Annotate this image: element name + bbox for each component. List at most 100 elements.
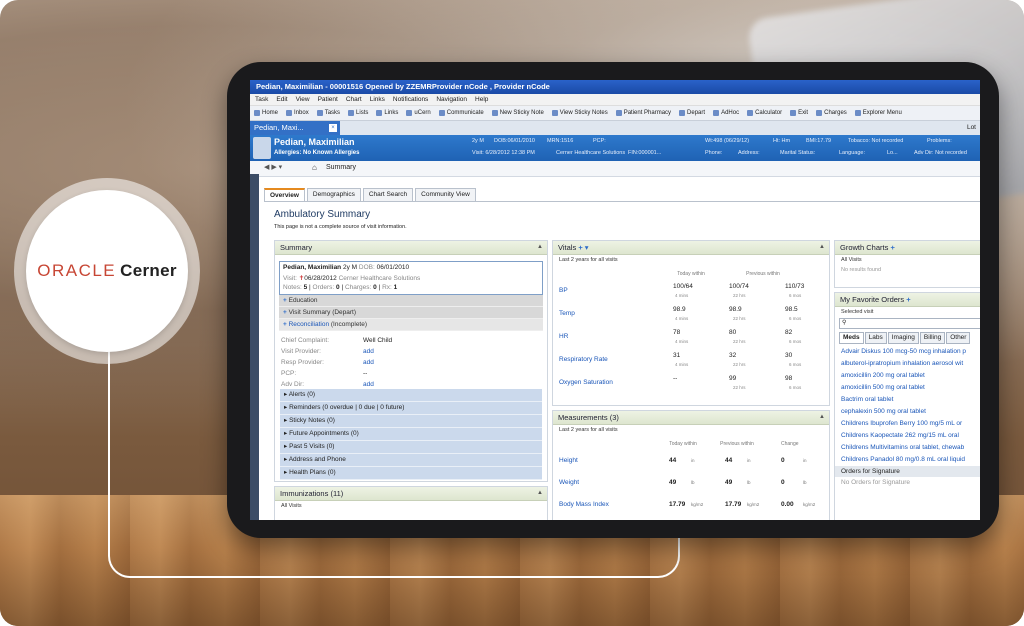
toolbar-item[interactable]: Exit [790, 106, 808, 120]
add-icon[interactable]: + [906, 295, 910, 304]
toolbar-icon [438, 110, 445, 116]
home-icon[interactable]: ⌂ [312, 163, 317, 172]
vital-value: 99 [729, 375, 737, 382]
chevron-down-icon[interactable]: ▾ [585, 243, 589, 252]
summary-section-row[interactable]: ▸ Future Appointments (0) [280, 428, 542, 441]
order-item[interactable]: Bactrim oral tablet [835, 394, 980, 406]
orders-tab[interactable]: Billing [919, 332, 946, 344]
menu-item[interactable]: Links [370, 94, 385, 105]
toolbar-item[interactable]: Patient Pharmacy [615, 106, 671, 120]
summary-section-row[interactable]: ▸ Past 5 Visits (0) [280, 441, 542, 454]
orders-tab[interactable]: Meds [839, 332, 864, 344]
measurement-name[interactable]: Body Mass Index [559, 501, 609, 508]
banner-phone: Phone: [705, 150, 723, 156]
collapse-icon[interactable]: ▲ [819, 241, 825, 254]
vitals-col-today: Today within [677, 271, 705, 277]
banner-patient-name[interactable]: Pedian, Maximilian [274, 137, 355, 147]
summary-section-row[interactable]: ▸ Address and Phone [280, 454, 542, 467]
order-item[interactable]: Childrens Kaopectate 262 mg/15 mL oral [835, 430, 980, 442]
measurements-sub: Last 2 years for all visits [559, 427, 618, 433]
menu-item[interactable]: Help [475, 94, 488, 105]
orders-tab[interactable]: Imaging [887, 332, 919, 344]
vital-value: 32 [729, 352, 737, 359]
toolbar-item[interactable]: AdHoc [713, 106, 739, 120]
avatar [253, 137, 271, 159]
summary-field-value[interactable]: add [363, 381, 374, 388]
vital-name[interactable]: Oxygen Saturation [559, 379, 613, 386]
add-icon[interactable]: + [578, 243, 582, 252]
order-item[interactable]: cephalexin 500 mg oral tablet [835, 406, 980, 418]
toolbar-item-label: Explorer Menu [862, 110, 902, 116]
summary-field-label: Resp Provider: [281, 359, 324, 366]
toolbar-item[interactable]: Links [376, 106, 398, 120]
toolbar-item[interactable]: New Sticky Note [491, 106, 544, 120]
immunizations-panel: Immunizations (11) ▲ All Visits [274, 486, 548, 520]
visit-summary-row[interactable]: + Visit Summary (Depart) [279, 307, 543, 319]
close-icon[interactable]: × [329, 124, 337, 132]
toolbar-item[interactable]: Lists [348, 106, 368, 120]
order-item[interactable]: amoxicillin 200 mg oral tablet [835, 370, 980, 382]
toolbar-icon [854, 110, 861, 116]
menu-item[interactable]: Navigation [436, 94, 467, 105]
toolbar-item[interactable]: Home [254, 106, 278, 120]
summary-section-row[interactable]: ▸ Reminders (0 overdue | 0 due | 0 futur… [280, 402, 542, 415]
summary-field-value[interactable]: add [363, 359, 374, 366]
collapse-icon[interactable]: ▲ [819, 411, 825, 424]
menu-item[interactable]: View [296, 94, 310, 105]
summary-field-value[interactable]: add [363, 348, 374, 355]
measurement-value: 44 [725, 457, 733, 464]
menu-item[interactable]: Edit [276, 94, 287, 105]
tab-community-view[interactable]: Community View [415, 188, 476, 201]
tab-demographics[interactable]: Demographics [306, 188, 361, 201]
order-item[interactable]: albuterol-ipratropium inhalation aerosol… [835, 358, 980, 370]
orders-tab[interactable]: Labs [864, 332, 887, 344]
menu-item[interactable]: Task [255, 94, 268, 105]
add-icon[interactable]: + [890, 243, 894, 252]
toolbar-item[interactable]: Explorer Menu [854, 106, 902, 120]
menu-item[interactable]: Patient [318, 94, 338, 105]
collapse-icon[interactable]: ▲ [537, 241, 543, 254]
vital-name[interactable]: Respiratory Rate [559, 356, 608, 363]
toolbar-item[interactable]: Depart [679, 106, 705, 120]
vital-value: 98.9 [729, 306, 742, 313]
menu-item[interactable]: Chart [346, 94, 362, 105]
order-item[interactable]: Childrens Multivitamins oral tablet, che… [835, 442, 980, 454]
summary-section-row[interactable]: ▸ Health Plans (0) [280, 467, 542, 480]
vital-name[interactable]: BP [559, 287, 568, 294]
reconciliation-row[interactable]: + Reconciliation (Incomplete) [279, 319, 543, 331]
order-item[interactable]: Advair Diskus 100 mcg-50 mcg inhalation … [835, 346, 980, 358]
toolbar-icon [376, 110, 383, 116]
toolbar-item[interactable]: uCern [406, 106, 431, 120]
toolbar-item[interactable]: Calculator [747, 106, 782, 120]
logo-oracle-text: ORACLE [37, 261, 117, 280]
toolbar-item[interactable]: Inbox [286, 106, 309, 120]
orders-tab[interactable]: Other [946, 332, 971, 344]
order-item[interactable]: Childrens Ibuprofen Berry 100 mg/5 mL or [835, 418, 980, 430]
back-forward-icon[interactable]: ◀ ▶ ▾ [264, 163, 282, 171]
orders-search-input[interactable]: ⚲ [839, 318, 980, 329]
toolbar-item[interactable]: Charges [816, 106, 847, 120]
summary-dob: 06/01/2010 [376, 264, 410, 271]
collapse-icon[interactable]: ▲ [537, 487, 543, 500]
vital-name[interactable]: Temp [559, 310, 575, 317]
measurement-name[interactable]: Height [559, 457, 578, 464]
summary-section-row[interactable]: ▸ Sticky Notes (0) [280, 415, 542, 428]
vital-name[interactable]: HR [559, 333, 568, 340]
toolbar-item[interactable]: Communicate [438, 106, 484, 120]
order-item[interactable]: amoxicillin 500 mg oral tablet [835, 382, 980, 394]
tab-overview[interactable]: Overview [264, 188, 305, 201]
measurement-name[interactable]: Weight [559, 479, 579, 486]
menu-side-strip[interactable] [250, 174, 259, 520]
menu-item[interactable]: Notifications [393, 94, 428, 105]
education-row[interactable]: + Education [279, 295, 543, 307]
order-item[interactable]: Childrens Panadol 80 mg/0.8 mL oral liqu… [835, 454, 980, 466]
tab-chart-search[interactable]: Chart Search [362, 188, 414, 201]
summary-section-row[interactable]: ▸ Alerts (0) [280, 389, 542, 402]
summary-field-value: Well Child [363, 337, 393, 344]
patient-tab[interactable]: Pedian, Maxi... × [250, 121, 340, 135]
growth-charts-panel: Growth Charts + All Visits No results fo… [834, 240, 980, 288]
toolbar-item[interactable]: Tasks [316, 106, 340, 120]
toolbar-item-label: Lists [356, 110, 369, 116]
toolbar-item[interactable]: View Sticky Notes [551, 106, 608, 120]
vital-sub: 22 hrs [733, 385, 746, 390]
